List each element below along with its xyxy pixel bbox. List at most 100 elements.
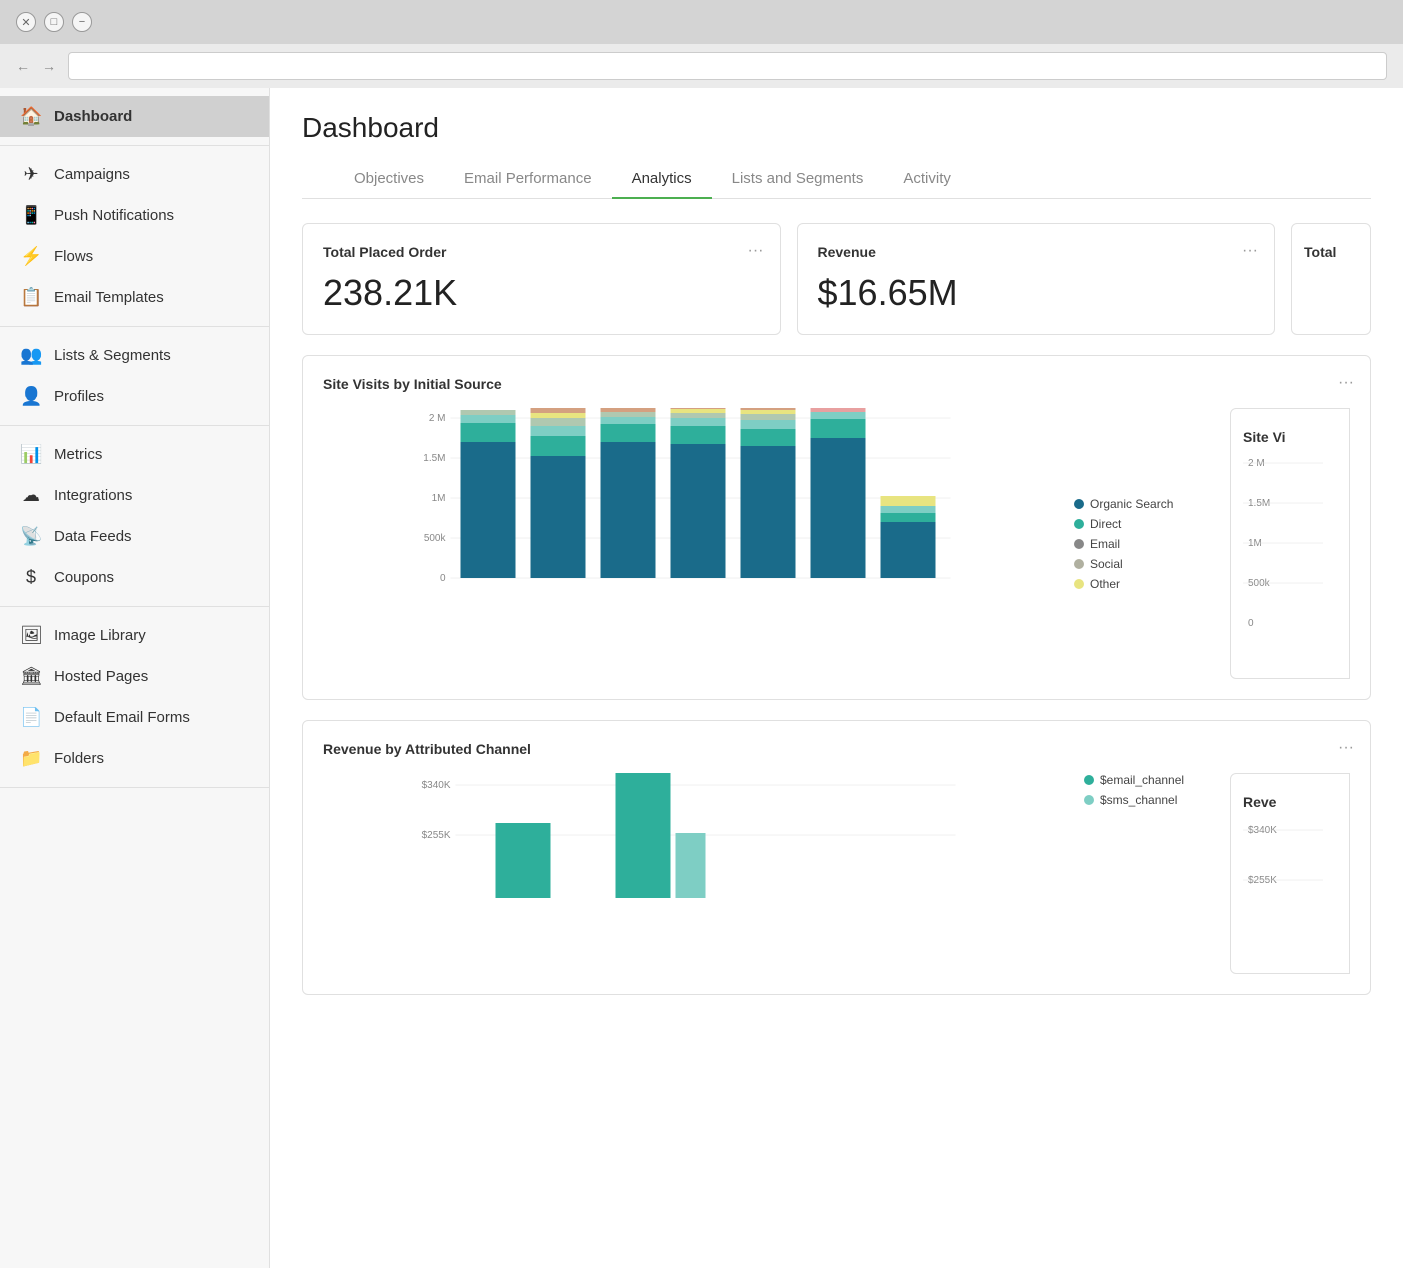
- site-visits-chart-card: Site Visits by Initial Source ···: [302, 355, 1371, 700]
- legend-dot-email: [1074, 539, 1084, 549]
- metrics-icon: 📊: [20, 444, 42, 465]
- sidebar-item-label: Campaigns: [54, 166, 130, 183]
- legend-dot-direct: [1074, 519, 1084, 529]
- tab-email-performance[interactable]: Email Performance: [444, 160, 612, 199]
- metric-card-total-placed-order: Total Placed Order 238.21K ···: [302, 223, 781, 335]
- sidebar-item-email-templates[interactable]: 📋 Email Templates: [0, 277, 269, 318]
- window-chrome: ✕ □ −: [0, 0, 1403, 44]
- svg-text:$255K: $255K: [422, 830, 451, 841]
- sidebar-item-label: Hosted Pages: [54, 668, 148, 685]
- svg-text:500k: 500k: [424, 533, 447, 544]
- svg-text:$255K: $255K: [1248, 875, 1277, 886]
- revenue-chart-card: Revenue by Attributed Channel ··· $340K …: [302, 720, 1371, 995]
- flows-icon: ⚡: [20, 246, 42, 267]
- tab-lists-segments[interactable]: Lists and Segments: [712, 160, 884, 199]
- svg-text:1M: 1M: [432, 493, 446, 504]
- legend-organic-search: Organic Search: [1074, 497, 1214, 511]
- sidebar-item-label: Profiles: [54, 388, 104, 405]
- sidebar-item-label: Metrics: [54, 446, 102, 463]
- sidebar-item-coupons[interactable]: $ Coupons: [0, 557, 269, 598]
- sidebar-item-label: Email Templates: [54, 289, 164, 306]
- sidebar-item-data-feeds[interactable]: 📡 Data Feeds: [0, 516, 269, 557]
- metric-value-revenue: $16.65M: [818, 272, 1255, 314]
- sidebar-item-label: Image Library: [54, 627, 146, 644]
- sidebar-item-dashboard[interactable]: 🏠 Dashboard: [0, 96, 269, 137]
- legend-dot-organic: [1074, 499, 1084, 509]
- url-bar[interactable]: [68, 52, 1387, 80]
- site-visits-chart-more[interactable]: ···: [1338, 374, 1354, 392]
- legend-email: Email: [1074, 537, 1214, 551]
- legend-email-channel: $email_channel: [1084, 773, 1214, 787]
- sidebar-item-lists-segments[interactable]: 👥 Lists & Segments: [0, 335, 269, 376]
- tab-objectives[interactable]: Objectives: [334, 160, 444, 199]
- push-icon: 📱: [20, 205, 42, 226]
- sidebar-section-dashboard: 🏠 Dashboard: [0, 88, 269, 146]
- legend-dot-email-channel: [1084, 775, 1094, 785]
- sidebar-item-label: Folders: [54, 750, 104, 767]
- back-button[interactable]: ←: [16, 58, 30, 74]
- page-title: Dashboard: [302, 112, 1371, 144]
- coupons-icon: $: [20, 567, 42, 588]
- sidebar-item-metrics[interactable]: 📊 Metrics: [0, 434, 269, 475]
- image-library-icon: 🖼: [20, 625, 42, 646]
- sidebar-section-campaigns: ✈ Campaigns 📱 Push Notifications ⚡ Flows…: [0, 146, 269, 327]
- legend-social: Social: [1074, 557, 1214, 571]
- metric-more-total-placed-order[interactable]: ···: [748, 242, 764, 260]
- close-button[interactable]: ✕: [16, 12, 36, 32]
- revenue-chart-title: Revenue by Attributed Channel: [323, 741, 1350, 757]
- sidebar-item-campaigns[interactable]: ✈ Campaigns: [0, 154, 269, 195]
- bar-chart-area: 2 M 1.5M 1M 500k 0: [323, 408, 1350, 679]
- svg-text:1M: 1M: [1248, 538, 1262, 549]
- sidebar-item-label: Data Feeds: [54, 528, 132, 545]
- metric-label-total-placed-order: Total Placed Order: [323, 244, 760, 260]
- email-templates-icon: 📋: [20, 287, 42, 308]
- metric-partial-label: Total: [1304, 244, 1358, 260]
- forward-button[interactable]: →: [42, 58, 56, 74]
- svg-text:2 M: 2 M: [1248, 458, 1265, 469]
- sidebar-item-push-notifications[interactable]: 📱 Push Notifications: [0, 195, 269, 236]
- sidebar-item-image-library[interactable]: 🖼 Image Library: [0, 615, 269, 656]
- metric-label-revenue: Revenue: [818, 244, 1255, 260]
- sidebar-item-folders[interactable]: 📁 Folders: [0, 738, 269, 779]
- tabs-bar: Objectives Email Performance Analytics L…: [302, 160, 1371, 199]
- legend-label-other: Other: [1090, 577, 1120, 591]
- legend-label-email-channel: $email_channel: [1100, 773, 1184, 787]
- folders-icon: 📁: [20, 748, 42, 769]
- svg-text:1.5M: 1.5M: [1248, 498, 1270, 509]
- tab-analytics[interactable]: Analytics: [612, 160, 712, 199]
- metric-value-total-placed-order: 238.21K: [323, 272, 760, 314]
- sidebar-item-label: Lists & Segments: [54, 347, 171, 364]
- sidebar-item-hosted-pages[interactable]: 🏛 Hosted Pages: [0, 656, 269, 697]
- sidebar-section-tools: 🖼 Image Library 🏛 Hosted Pages 📄 Default…: [0, 607, 269, 788]
- revenue-chart-area: $340K $255K: [323, 773, 1350, 974]
- lists-icon: 👥: [20, 345, 42, 366]
- metric-more-revenue[interactable]: ···: [1242, 242, 1258, 260]
- home-icon: 🏠: [20, 106, 42, 127]
- legend-dot-other: [1074, 579, 1084, 589]
- maximize-button[interactable]: −: [72, 12, 92, 32]
- svg-text:0: 0: [440, 573, 446, 584]
- revenue-partial-right: Reve $340K $255K: [1230, 773, 1350, 974]
- legend-label-sms-channel: $sms_channel: [1100, 793, 1177, 807]
- site-visits-legend: Organic Search Direct Email Social: [1074, 408, 1214, 679]
- tab-activity[interactable]: Activity: [883, 160, 971, 199]
- revenue-chart-more[interactable]: ···: [1338, 739, 1354, 757]
- sidebar-item-profiles[interactable]: 👤 Profiles: [0, 376, 269, 417]
- legend-direct: Direct: [1074, 517, 1214, 531]
- legend-label-organic: Organic Search: [1090, 497, 1173, 511]
- revenue-chart-svg: $340K $255K: [323, 773, 1068, 974]
- main-content: Dashboard Objectives Email Performance A…: [270, 88, 1403, 1268]
- metrics-row: Total Placed Order 238.21K ··· Revenue $…: [302, 223, 1371, 335]
- sidebar-item-default-email-forms[interactable]: 📄 Default Email Forms: [0, 697, 269, 738]
- metric-card-revenue: Revenue $16.65M ···: [797, 223, 1276, 335]
- legend-label-email: Email: [1090, 537, 1120, 551]
- svg-text:500k: 500k: [1248, 578, 1271, 589]
- hosted-pages-icon: 🏛: [20, 666, 42, 687]
- sidebar-item-label: Flows: [54, 248, 93, 265]
- sidebar-item-label: Push Notifications: [54, 207, 174, 224]
- sidebar-item-flows[interactable]: ⚡ Flows: [0, 236, 269, 277]
- legend-label-direct: Direct: [1090, 517, 1121, 531]
- sidebar-item-integrations[interactable]: ☁ Integrations: [0, 475, 269, 516]
- minimize-button[interactable]: □: [44, 12, 64, 32]
- legend-dot-social: [1074, 559, 1084, 569]
